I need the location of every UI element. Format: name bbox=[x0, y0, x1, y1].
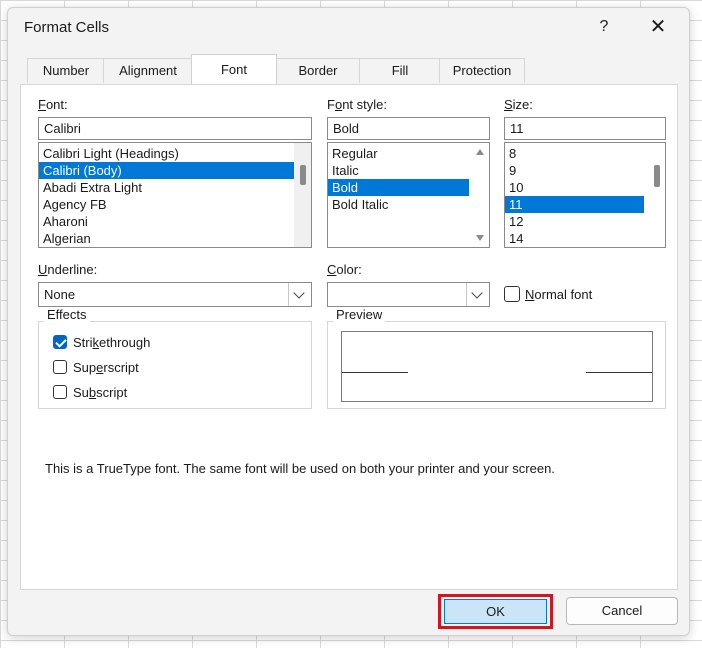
font-style-list[interactable]: Regular Italic Bold Bold Italic bbox=[327, 142, 490, 248]
tab-number[interactable]: Number bbox=[27, 58, 105, 83]
list-item[interactable]: 8 bbox=[505, 145, 665, 162]
list-item[interactable]: 14 bbox=[505, 230, 665, 247]
effects-title: Effects bbox=[44, 307, 90, 322]
help-button[interactable]: ? bbox=[594, 17, 614, 37]
preview-title: Preview bbox=[333, 307, 386, 322]
ok-button[interactable]: OK bbox=[444, 599, 547, 624]
preview-baseline-right bbox=[586, 372, 652, 373]
list-item-selected[interactable]: Bold bbox=[328, 179, 469, 196]
tab-border[interactable]: Border bbox=[275, 58, 361, 83]
font-tab-panel: Font: Calibri Calibri Light (Headings) C… bbox=[20, 84, 678, 590]
font-style-label: Font style: bbox=[327, 97, 387, 112]
underline-label: Underline: bbox=[38, 262, 98, 277]
close-button[interactable]: ✕ bbox=[646, 16, 670, 38]
list-item[interactable]: Calibri Light (Headings) bbox=[39, 145, 311, 162]
tab-fill[interactable]: Fill bbox=[359, 58, 441, 83]
size-list-scrollbar[interactable] bbox=[648, 143, 665, 247]
list-item[interactable]: Bold Italic bbox=[328, 196, 489, 213]
chevron-down-icon bbox=[471, 287, 483, 299]
size-label: Size: bbox=[504, 97, 533, 112]
preview-box bbox=[341, 331, 653, 402]
list-item-selected[interactable]: Calibri (Body) bbox=[39, 162, 311, 179]
title-bar: Format Cells ? ✕ bbox=[8, 8, 689, 46]
color-label: Color: bbox=[327, 262, 362, 277]
color-select[interactable] bbox=[327, 282, 490, 307]
scroll-down-arrow-icon[interactable] bbox=[476, 235, 484, 241]
underline-value: None bbox=[44, 287, 76, 302]
list-item[interactable]: Aharoni bbox=[39, 213, 311, 230]
size-input[interactable]: 11 bbox=[504, 117, 666, 140]
tab-alignment[interactable]: Alignment bbox=[103, 58, 193, 83]
size-list[interactable]: 8 9 10 11 12 14 bbox=[504, 142, 666, 248]
cancel-button[interactable]: Cancel bbox=[566, 597, 678, 625]
strikethrough-label[interactable]: Strikethrough bbox=[73, 335, 150, 350]
subscript-label[interactable]: Subscript bbox=[73, 385, 127, 400]
scroll-up-arrow-icon[interactable] bbox=[476, 149, 484, 155]
list-item-selected[interactable]: 11 bbox=[505, 196, 644, 213]
preview-baseline-left bbox=[342, 372, 408, 373]
list-item[interactable]: Abadi Extra Light bbox=[39, 179, 311, 196]
underline-select[interactable]: None bbox=[38, 282, 312, 307]
list-item[interactable]: Algerian bbox=[39, 230, 311, 247]
checkmark-icon bbox=[55, 336, 67, 348]
underline-dropdown-button[interactable] bbox=[288, 283, 311, 306]
chevron-down-icon bbox=[293, 287, 305, 299]
tab-font[interactable]: Font bbox=[191, 54, 277, 84]
list-item[interactable]: Regular bbox=[328, 145, 489, 162]
format-cells-dialog: Format Cells ? ✕ Number Alignment Font B… bbox=[7, 7, 690, 636]
tab-protection[interactable]: Protection bbox=[439, 58, 525, 83]
font-label: Font: bbox=[38, 97, 68, 112]
list-item[interactable]: 9 bbox=[505, 162, 665, 179]
font-list-scrollbar[interactable] bbox=[294, 143, 311, 247]
scroll-thumb[interactable] bbox=[654, 165, 660, 187]
superscript-checkbox[interactable] bbox=[53, 360, 67, 374]
font-input[interactable]: Calibri bbox=[38, 117, 312, 140]
normal-font-checkbox[interactable] bbox=[504, 286, 520, 302]
list-item[interactable]: 12 bbox=[505, 213, 665, 230]
font-style-list-scrollbar[interactable] bbox=[472, 143, 489, 247]
font-style-input[interactable]: Bold bbox=[327, 117, 490, 140]
list-item[interactable]: 10 bbox=[505, 179, 665, 196]
scroll-thumb[interactable] bbox=[300, 165, 306, 185]
subscript-checkbox[interactable] bbox=[53, 385, 67, 399]
color-dropdown-button[interactable] bbox=[466, 283, 489, 306]
font-list[interactable]: Calibri Light (Headings) Calibri (Body) … bbox=[38, 142, 312, 248]
normal-font-label[interactable]: Normal font bbox=[525, 287, 592, 302]
superscript-label[interactable]: Superscript bbox=[73, 360, 139, 375]
strikethrough-checkbox[interactable] bbox=[53, 335, 67, 349]
list-item[interactable]: Italic bbox=[328, 162, 489, 179]
info-text: This is a TrueType font. The same font w… bbox=[45, 461, 555, 476]
list-item[interactable]: Agency FB bbox=[39, 196, 311, 213]
dialog-title: Format Cells bbox=[24, 19, 110, 36]
